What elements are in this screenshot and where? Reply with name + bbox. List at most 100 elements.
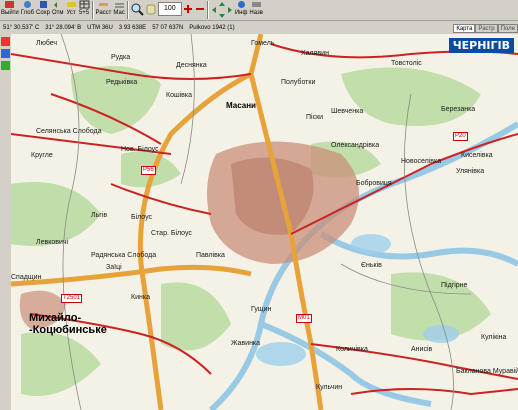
set-label: Уст <box>66 10 76 16</box>
zoom-out-icon[interactable] <box>194 2 206 16</box>
place-label: Жавинка <box>231 340 261 347</box>
status-utm: UTM 36U <box>87 25 113 31</box>
place-label: Спадщин <box>11 274 42 281</box>
place-label: Селянська Слобода <box>36 128 102 135</box>
info-icon <box>237 1 245 8</box>
coordinate-status-bar: 51° 30.537' С 31° 28.094' В UTM 36U 3 93… <box>0 24 433 32</box>
status-northing: 57 07 637N <box>152 25 184 31</box>
place-label: Березанка <box>441 106 476 113</box>
tab-field[interactable]: Поле <box>497 24 518 33</box>
save-icon <box>39 1 47 8</box>
ruler-icon <box>98 3 108 6</box>
magnifier-icon[interactable] <box>130 2 144 16</box>
place-label: Піски <box>306 114 324 121</box>
status-lon: 31° 28.094' В <box>45 25 82 31</box>
place-label: Кругле <box>31 152 53 159</box>
name-icon <box>251 2 261 7</box>
place-label: Єньків <box>361 262 382 269</box>
big-town-label: Михайло- -Коцюбинське <box>29 312 107 336</box>
road-number: М01 <box>296 314 312 323</box>
place-label: Радянська Слобода <box>91 252 157 259</box>
map-drawing <box>11 34 518 410</box>
place-label: Заїці <box>106 264 122 271</box>
road-number: Р56 <box>141 166 156 175</box>
place-label: Новоселівка <box>401 158 442 165</box>
place-label: Количівка <box>336 346 368 353</box>
layer-red-icon[interactable] <box>1 37 10 46</box>
tab-raster[interactable]: Растр <box>475 24 498 33</box>
place-label: Гомель <box>251 40 275 47</box>
place-label: Шевченка <box>331 108 364 115</box>
main-toolbar: Выйти Глоб Сохр Отм Уст 5+5 Расст Мас 10… <box>0 0 518 21</box>
name-label: Назв <box>249 10 263 16</box>
place-label: Деснянка <box>176 62 207 69</box>
view-tabs: Карта Растр Поле <box>453 24 518 33</box>
place-label: Олександрівка <box>331 142 380 149</box>
grid-icon <box>79 0 90 9</box>
place-label: Павлівка <box>196 252 225 259</box>
exit-button[interactable]: Выйти <box>0 0 20 19</box>
set-button[interactable]: Уст <box>65 0 78 19</box>
road-number: Р20 <box>453 132 468 141</box>
status-lat: 51° 30.537' С <box>3 25 40 31</box>
scale-icon <box>114 3 124 8</box>
place-label: Бакланова Муравійка <box>456 368 518 375</box>
hand-icon[interactable] <box>144 2 158 16</box>
toolbar-separator <box>206 1 209 19</box>
place-label: Товстоліс <box>391 60 422 67</box>
set-icon <box>66 2 76 7</box>
place-label: Полуботки <box>281 79 316 86</box>
place-label: Редьківка <box>106 79 138 86</box>
globe-button[interactable]: Глоб <box>20 0 35 19</box>
toolbar-separator <box>91 1 94 19</box>
grid-label: 5+5 <box>78 10 90 16</box>
save-button[interactable]: Сохр <box>35 0 51 19</box>
map-canvas[interactable]: ЧЕРНІГІВ Любеч Гомель Халявин Рудка Десн… <box>11 34 518 410</box>
info-button[interactable]: Инф <box>234 0 249 19</box>
toolbar-separator <box>126 1 129 19</box>
place-label: Улянівка <box>456 168 485 175</box>
name-button[interactable]: Назв <box>248 0 264 19</box>
road-number: Т2501 <box>61 294 83 303</box>
undo-icon <box>54 2 58 8</box>
place-label: Рудка <box>111 54 131 61</box>
place-label: Кошівка <box>166 92 192 99</box>
undo-button[interactable]: Отм <box>51 0 65 19</box>
place-label: Льгів <box>91 212 108 219</box>
pan-arrows-icon[interactable] <box>210 1 234 19</box>
scale-button[interactable]: Мас <box>112 0 125 19</box>
globe-icon <box>23 1 31 8</box>
tab-map[interactable]: Карта <box>453 24 476 33</box>
undo-label: Отм <box>51 10 64 16</box>
place-label: Любеч <box>36 40 58 47</box>
place-label: Масани <box>226 101 256 110</box>
place-label: Гущин <box>251 306 272 313</box>
place-label: Нов. Білоус <box>121 146 159 153</box>
grid-button[interactable]: 5+5 <box>78 0 91 19</box>
place-label: Киселівка <box>461 152 493 159</box>
ruler-button[interactable]: Расст <box>95 0 113 19</box>
place-label: Кинка <box>131 294 150 301</box>
place-label: Левковичі <box>36 239 69 246</box>
zoom-field[interactable]: 100 <box>157 2 182 16</box>
city-title-badge: ЧЕРНІГІВ <box>448 38 514 53</box>
zoom-in-icon[interactable] <box>182 2 194 16</box>
place-label: Кульчин <box>316 384 343 391</box>
place-label: Анисів <box>411 346 433 353</box>
info-label: Инф <box>234 10 248 16</box>
place-label: Кулікіна <box>481 334 507 341</box>
layer-green-icon[interactable] <box>1 61 10 70</box>
status-datum: Pulkovo 1942 (1) <box>189 25 235 31</box>
exit-label: Выйти <box>1 10 19 16</box>
status-easting: 3 93 638E <box>118 25 147 31</box>
layer-blue-icon[interactable] <box>1 49 10 58</box>
save-label: Сохр <box>36 10 50 16</box>
place-label: Бобровиця <box>356 180 392 187</box>
place-label: Халявин <box>301 50 329 57</box>
place-label: Стар. Білоус <box>151 230 192 237</box>
place-label: Підгірне <box>441 282 468 289</box>
exit-icon <box>5 1 15 8</box>
ruler-label: Расст <box>95 10 112 16</box>
place-label: Білоус <box>131 214 153 221</box>
globe-label: Глоб <box>20 10 35 16</box>
